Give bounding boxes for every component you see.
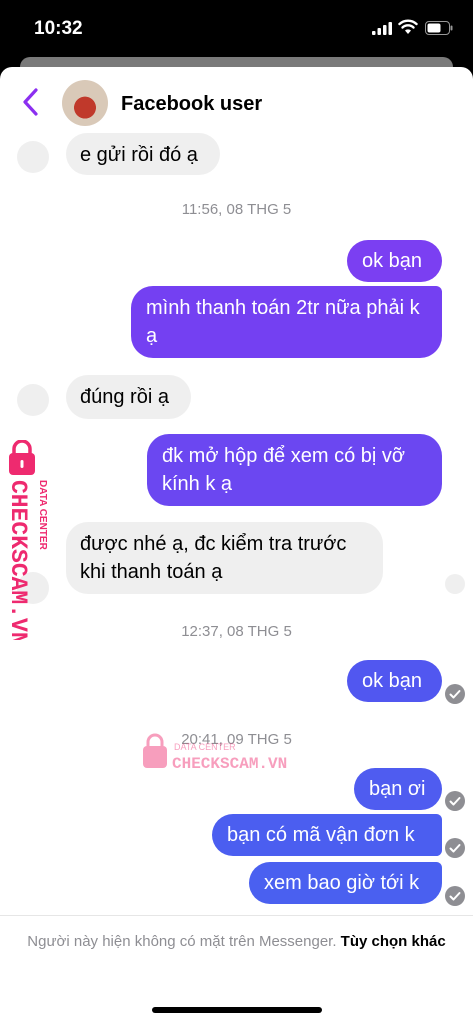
message-text: e gửi rồi đó ạ bbox=[80, 144, 198, 166]
status-time: 10:32 bbox=[34, 18, 83, 39]
timestamp: 11:56, 08 THG 5 bbox=[181, 201, 292, 218]
outgoing-message[interactable]: xem bao giờ tới k bbox=[249, 862, 442, 904]
message-text: đúng rồi ạ bbox=[80, 386, 169, 408]
watermark-line1: DATA CENTER bbox=[37, 480, 48, 551]
seen-avatar bbox=[445, 574, 465, 594]
watermark-line2: CHECKSCAM.VN bbox=[6, 480, 31, 640]
message-text: xem bao giờ tới k bbox=[264, 872, 420, 894]
message-text: bạn có mã vận đơn k bbox=[227, 824, 415, 846]
outgoing-message[interactable]: ok bạn bbox=[347, 660, 442, 702]
chat-header: Facebook user bbox=[0, 67, 473, 133]
signal-icon bbox=[372, 22, 392, 35]
outgoing-message[interactable]: mình thanh toán 2tr nữa phải k ạ bbox=[131, 286, 442, 358]
watermark-line2: CHECKSCAM.VN bbox=[172, 755, 287, 773]
contact-name[interactable]: Facebook user bbox=[121, 93, 262, 116]
incoming-message[interactable]: e gửi rồi đó ạ bbox=[66, 133, 220, 175]
sender-avatar bbox=[17, 141, 49, 173]
outgoing-message[interactable]: đk mở hộp để xem có bị vỡ kính k ạ bbox=[147, 434, 442, 506]
status-bar: 10:32 bbox=[0, 0, 473, 58]
outgoing-message[interactable]: bạn ơi bbox=[354, 768, 442, 810]
outgoing-message[interactable]: ok bạn bbox=[347, 240, 442, 282]
contact-avatar[interactable] bbox=[62, 80, 108, 126]
message-text: bạn ơi bbox=[369, 778, 426, 800]
message-text: đk mở hộp để xem có bị vỡ kính k ạ bbox=[162, 445, 405, 495]
message-text: mình thanh toán 2tr nữa phải k ạ bbox=[146, 297, 420, 347]
seen-check-icon bbox=[445, 886, 465, 906]
message-text: ok bạn bbox=[362, 670, 423, 692]
incoming-message[interactable]: đúng rồi ạ bbox=[66, 375, 191, 419]
sender-avatar bbox=[17, 384, 49, 416]
watermark-horizontal: DATA CENTER CHECKSCAM.VN bbox=[143, 733, 287, 773]
back-chevron-icon[interactable] bbox=[18, 87, 44, 117]
unavailable-footer: Người này hiện không có mặt trên Messeng… bbox=[0, 915, 473, 950]
chat-sheet: Facebook user e gửi rồi đó ạ 11:56, 08 T… bbox=[0, 67, 473, 1024]
seen-check-icon bbox=[445, 684, 465, 704]
more-options-link[interactable]: Tùy chọn khác bbox=[341, 933, 446, 950]
lock-icon bbox=[143, 733, 167, 768]
outgoing-message[interactable]: bạn có mã vận đơn k bbox=[212, 814, 442, 856]
watermark-vertical: DATA CENTER CHECKSCAM.VN bbox=[6, 440, 48, 640]
seen-check-icon bbox=[445, 791, 465, 811]
incoming-message[interactable]: được nhé ạ, đc kiểm tra trước khi thanh … bbox=[66, 522, 383, 594]
home-indicator bbox=[152, 1007, 322, 1013]
message-text: ok bạn bbox=[362, 250, 423, 272]
footer-text: Người này hiện không có mặt trên Messeng… bbox=[20, 930, 453, 954]
seen-check-icon bbox=[445, 838, 465, 858]
wifi-icon bbox=[398, 19, 418, 34]
footer-message: Người này hiện không có mặt trên Messeng… bbox=[27, 933, 341, 950]
message-text: được nhé ạ, đc kiểm tra trước khi thanh … bbox=[80, 533, 347, 583]
battery-icon bbox=[425, 21, 453, 35]
timestamp: 12:37, 08 THG 5 bbox=[181, 623, 292, 640]
watermark-line1: DATA CENTER bbox=[174, 742, 236, 752]
lock-icon bbox=[9, 440, 35, 475]
